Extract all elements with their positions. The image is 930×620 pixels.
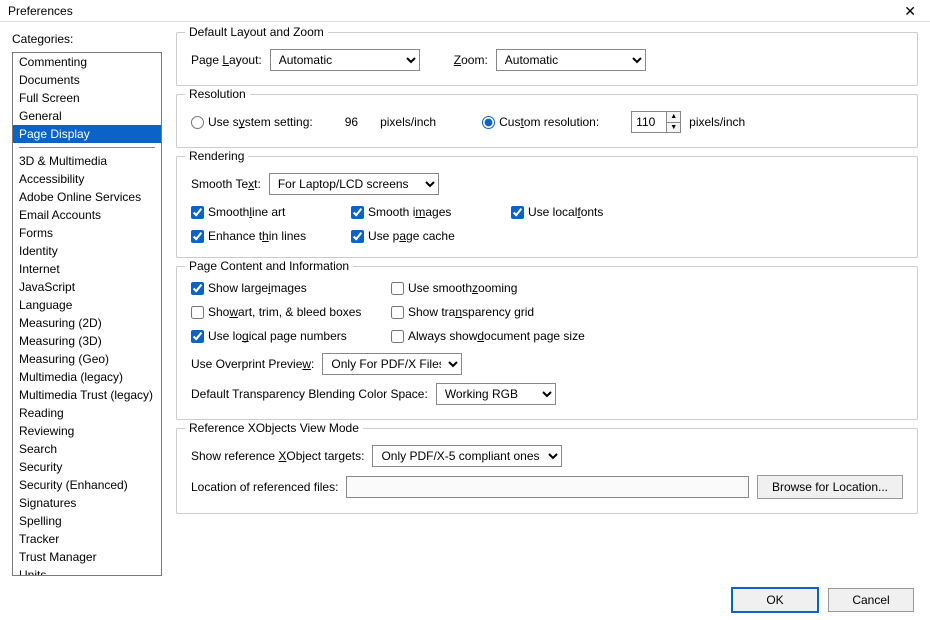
category-item[interactable]: Tracker: [13, 530, 161, 548]
system-dpi-value: 96: [345, 115, 358, 129]
category-item[interactable]: Security: [13, 458, 161, 476]
category-item[interactable]: Signatures: [13, 494, 161, 512]
show-art-trim-bleed-checkbox[interactable]: Show art, trim, & bleed boxes: [191, 305, 391, 319]
category-item[interactable]: 3D & Multimedia: [13, 152, 161, 170]
show-large-images-checkbox[interactable]: Show large images: [191, 281, 391, 295]
close-icon[interactable]: ✕: [898, 4, 922, 18]
category-item[interactable]: Measuring (3D): [13, 332, 161, 350]
group-title-xobjects: Reference XObjects View Mode: [185, 421, 363, 435]
custom-dpi-unit: pixels/inch: [689, 115, 745, 129]
category-item[interactable]: Units: [13, 566, 161, 576]
overprint-preview-label: Use Overprint Preview:: [191, 357, 314, 371]
ok-button[interactable]: OK: [732, 588, 818, 612]
xobject-targets-label: Show reference XObject targets:: [191, 449, 364, 463]
category-item[interactable]: Security (Enhanced): [13, 476, 161, 494]
cancel-button[interactable]: Cancel: [828, 588, 914, 612]
categories-list[interactable]: CommentingDocumentsFull ScreenGeneralPag…: [12, 52, 162, 576]
category-item[interactable]: Reviewing: [13, 422, 161, 440]
category-item[interactable]: Search: [13, 440, 161, 458]
group-title-layout: Default Layout and Zoom: [185, 25, 328, 39]
show-transparency-grid-checkbox[interactable]: Show transparency grid: [391, 305, 631, 319]
smooth-text-label: Smooth Text:: [191, 177, 261, 191]
zoom-label: Zoom:: [454, 53, 488, 67]
use-page-cache-checkbox[interactable]: Use page cache: [351, 229, 511, 243]
enhance-thin-lines-checkbox[interactable]: Enhance thin lines: [191, 229, 351, 243]
category-item[interactable]: Adobe Online Services: [13, 188, 161, 206]
blending-color-space-label: Default Transparency Blending Color Spac…: [191, 387, 428, 401]
xobject-targets-select[interactable]: Only PDF/X-5 compliant ones: [372, 445, 562, 467]
category-item[interactable]: Measuring (Geo): [13, 350, 161, 368]
group-title-content: Page Content and Information: [185, 259, 353, 273]
category-item[interactable]: Email Accounts: [13, 206, 161, 224]
category-item[interactable]: Forms: [13, 224, 161, 242]
smooth-line-art-checkbox[interactable]: Smooth line art: [191, 205, 351, 219]
category-item[interactable]: Language: [13, 296, 161, 314]
category-item[interactable]: Identity: [13, 242, 161, 260]
use-logical-page-numbers-checkbox[interactable]: Use logical page numbers: [191, 329, 391, 343]
category-item[interactable]: Commenting: [13, 53, 161, 71]
group-title-rendering: Rendering: [185, 149, 248, 163]
use-local-fonts-checkbox[interactable]: Use local fonts: [511, 205, 671, 219]
category-item[interactable]: Multimedia Trust (legacy): [13, 386, 161, 404]
category-item[interactable]: Internet: [13, 260, 161, 278]
always-show-doc-page-size-checkbox[interactable]: Always show document page size: [391, 329, 631, 343]
referenced-files-input[interactable]: [346, 476, 749, 498]
category-item[interactable]: Spelling: [13, 512, 161, 530]
page-layout-select[interactable]: Automatic: [270, 49, 420, 71]
window-title: Preferences: [8, 4, 73, 18]
category-item[interactable]: Page Display: [13, 125, 161, 143]
system-dpi-unit: pixels/inch: [380, 115, 436, 129]
use-smooth-zooming-checkbox[interactable]: Use smooth zooming: [391, 281, 631, 295]
category-item[interactable]: Full Screen: [13, 89, 161, 107]
custom-dpi-input[interactable]: [632, 112, 666, 132]
smooth-text-select[interactable]: For Laptop/LCD screens: [269, 173, 439, 195]
category-item[interactable]: Measuring (2D): [13, 314, 161, 332]
overprint-preview-select[interactable]: Only For PDF/X Files: [322, 353, 462, 375]
zoom-select[interactable]: Automatic: [496, 49, 646, 71]
referenced-files-label: Location of referenced files:: [191, 480, 338, 494]
category-item[interactable]: General: [13, 107, 161, 125]
category-item[interactable]: Documents: [13, 71, 161, 89]
browse-location-button[interactable]: Browse for Location...: [757, 475, 903, 499]
use-system-radio[interactable]: Use system setting:: [191, 115, 313, 129]
category-item[interactable]: Accessibility: [13, 170, 161, 188]
blending-color-space-select[interactable]: Working RGB: [436, 383, 556, 405]
custom-resolution-radio[interactable]: Custom resolution:: [482, 115, 599, 129]
smooth-images-checkbox[interactable]: Smooth images: [351, 205, 511, 219]
category-item[interactable]: JavaScript: [13, 278, 161, 296]
categories-label: Categories:: [12, 32, 162, 46]
stepper-down-icon[interactable]: ▼: [667, 123, 680, 133]
page-layout-label: Page Layout:: [191, 53, 262, 67]
category-item[interactable]: Reading: [13, 404, 161, 422]
category-item[interactable]: Multimedia (legacy): [13, 368, 161, 386]
category-separator: [19, 147, 155, 148]
category-item[interactable]: Trust Manager: [13, 548, 161, 566]
custom-dpi-stepper[interactable]: ▲▼: [631, 111, 681, 133]
stepper-up-icon[interactable]: ▲: [667, 112, 680, 123]
group-title-resolution: Resolution: [185, 87, 250, 101]
